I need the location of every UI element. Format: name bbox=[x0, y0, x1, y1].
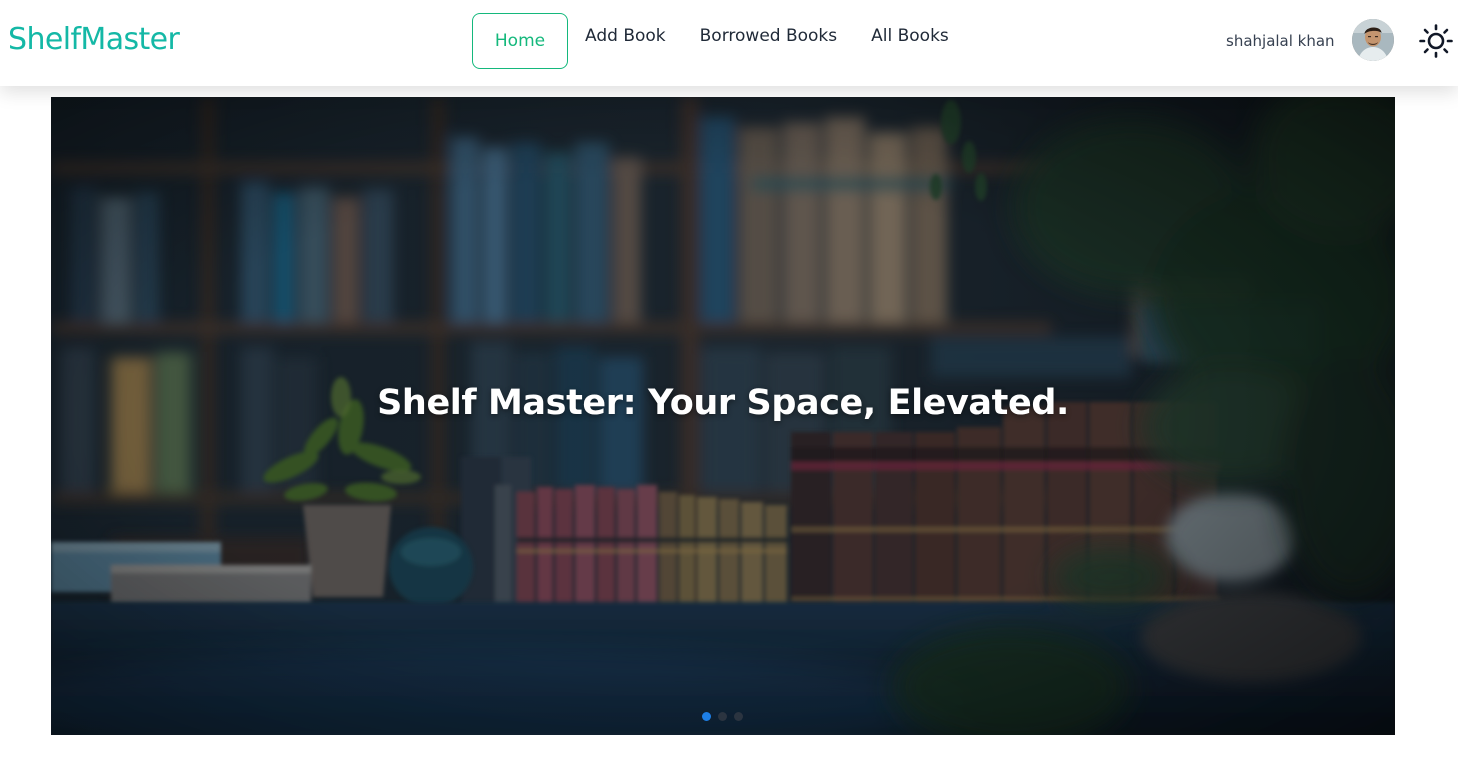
nav-link-all-books[interactable]: All Books bbox=[871, 13, 949, 47]
main-nav: Home Add Book Borrowed Books All Books bbox=[472, 13, 949, 69]
carousel-dot-3[interactable] bbox=[734, 712, 743, 721]
navbar: ShelfMaster Home Add Book Borrowed Books… bbox=[0, 0, 1458, 86]
user-avatar[interactable] bbox=[1352, 19, 1394, 61]
hero-title: Shelf Master: Your Space, Elevated. bbox=[377, 383, 1069, 423]
nav-link-add-book[interactable]: Add Book bbox=[585, 13, 666, 47]
brand-logo[interactable]: ShelfMaster bbox=[8, 20, 180, 60]
carousel-dots bbox=[702, 712, 743, 721]
hero-carousel[interactable]: Shelf Master: Your Space, Elevated. bbox=[51, 97, 1395, 735]
sun-icon bbox=[1419, 24, 1453, 58]
nav-link-borrowed-books[interactable]: Borrowed Books bbox=[700, 13, 838, 47]
avatar-photo-icon bbox=[1352, 19, 1394, 61]
carousel-dot-2[interactable] bbox=[718, 712, 727, 721]
nav-link-home[interactable]: Home bbox=[472, 13, 568, 69]
user-name: shahjalal khan bbox=[1226, 32, 1335, 50]
theme-toggle-button[interactable] bbox=[1414, 19, 1458, 63]
carousel-dot-1[interactable] bbox=[702, 712, 711, 721]
